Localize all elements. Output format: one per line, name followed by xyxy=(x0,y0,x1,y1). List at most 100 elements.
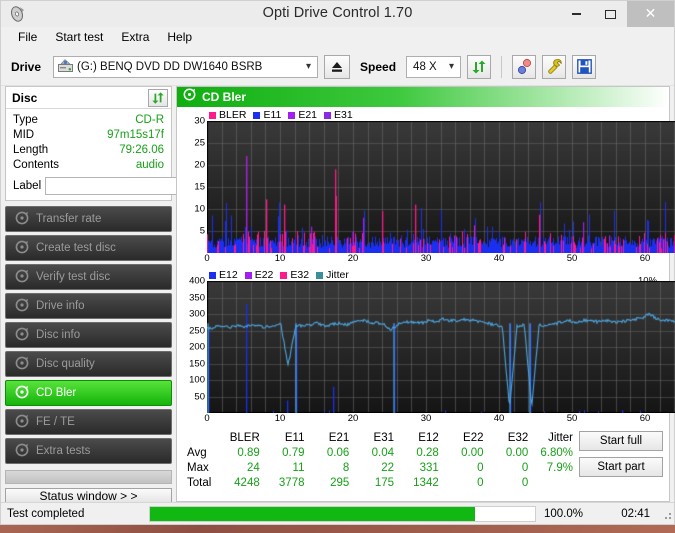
menu-item-help[interactable]: Help xyxy=(158,28,201,46)
disc-test-icon xyxy=(15,414,29,431)
chart2-plot-area: 50100150200250300350400 2%4%6%8%10% xyxy=(181,276,675,413)
disc-row-mid: MID 97m15s17f xyxy=(13,128,164,143)
sidebar-item-extra-tests[interactable]: Extra tests xyxy=(5,438,172,464)
title-bar: Opti Drive Control 1.70 ✕ xyxy=(1,1,674,27)
chart1-x-axis: 01020304050607080min xyxy=(204,253,650,266)
disc-mid-value: 97m15s17f xyxy=(107,129,164,141)
row-label-max: Max xyxy=(187,461,209,474)
sidebar-item-drive-info[interactable]: Drive info xyxy=(5,293,172,319)
total-e32: 0 xyxy=(521,476,529,489)
chart1-legend: BLER E11 E21 E31 xyxy=(181,109,665,121)
drive-value: (G:) BENQ DVD DD DW1640 BSRB xyxy=(77,60,263,73)
y-tick: 250 xyxy=(189,325,205,336)
sidebar-item-label: Drive info xyxy=(36,300,85,312)
disc-length-value: 79:26.06 xyxy=(119,144,164,156)
y-tick: 50 xyxy=(194,391,205,402)
minimize-button[interactable] xyxy=(559,1,593,27)
disc-label-label: Label xyxy=(13,179,42,192)
avg-e22: 0.00 xyxy=(461,446,484,459)
maximize-button[interactable] xyxy=(593,1,627,27)
sidebar-item-label: Extra tests xyxy=(36,445,91,457)
sidebar-item-verify-test-disc[interactable]: Verify test disc xyxy=(5,264,172,290)
drive-select[interactable]: (G:) BENQ DVD DD DW1640 BSRB ▾ xyxy=(53,55,319,78)
disc-row-type: Type CD-R xyxy=(13,113,164,128)
refresh-button[interactable] xyxy=(467,54,492,79)
menu-item-file[interactable]: File xyxy=(9,28,46,46)
max-jitter: 7.9% xyxy=(546,461,573,474)
erase-pill-icon xyxy=(517,58,531,75)
legend-item-e22: E22 xyxy=(244,269,274,281)
x-tick: 10 xyxy=(274,413,286,424)
y-tick: 350 xyxy=(189,292,205,303)
speed-select[interactable]: 48 X ▾ xyxy=(406,55,462,78)
main-body: Disc Type CD-R MID 97m15s17f Length 79:2… xyxy=(1,86,675,504)
tools-button[interactable] xyxy=(542,54,567,79)
eject-button[interactable] xyxy=(324,54,351,79)
y-tick: 200 xyxy=(189,341,205,353)
legend-item-e12: E12 xyxy=(209,269,238,281)
start-full-button[interactable]: Start full xyxy=(579,431,663,451)
speed-label: Speed xyxy=(360,59,397,74)
application-window: Opti Drive Control 1.70 ✕ File Start tes… xyxy=(0,0,675,525)
disc-panel-title: Disc xyxy=(12,90,38,105)
tools-icon xyxy=(547,59,562,74)
menu-item-start-test[interactable]: Start test xyxy=(46,28,112,46)
table-row-max: Max 24 11 8 22 331 0 0 7.9% xyxy=(183,460,579,475)
chart-cd-bler-e12-jitter: E12 E22 E32 Jitter 50 100 150 200 250 300 350 400 … xyxy=(181,269,675,426)
sidebar-item-create-test-disc[interactable]: Create test disc xyxy=(5,235,172,261)
start-part-button[interactable]: Start part xyxy=(579,457,663,477)
sidebar-item-cd-bler[interactable]: CD Bler xyxy=(5,380,172,406)
disc-contents-value: audio xyxy=(135,159,164,171)
legend-swatch xyxy=(209,111,216,119)
navigation-list: Transfer rate Create test disc Verify te… xyxy=(5,206,172,484)
progress-percent: 100.0% xyxy=(544,507,584,520)
legend-item-jitter: Jitter xyxy=(316,269,349,281)
legend-swatch xyxy=(288,111,296,119)
legend-label: E32 xyxy=(290,269,310,281)
max-e11: 11 xyxy=(292,461,305,474)
disc-test-icon xyxy=(15,356,29,373)
toolbar: Drive (G:) BENQ DVD DD DW1640 BSRB ▾ Spe… xyxy=(1,48,674,86)
eject-icon xyxy=(332,61,343,72)
chart2-y-axis: 50 100 150 200 250 300 350 400 xyxy=(181,276,207,413)
y-tick: 300 xyxy=(189,308,205,320)
sidebar-item-disc-quality[interactable]: Disc quality xyxy=(5,351,172,377)
sidebar-item-transfer-rate[interactable]: Transfer rate xyxy=(5,206,172,232)
main-panel: CD Bler BLERE11E21E31 51015202530 8 X16 … xyxy=(176,86,675,502)
legend-label: E22 xyxy=(254,269,274,281)
legend-swatch xyxy=(280,271,288,279)
disc-test-icon xyxy=(15,385,29,402)
chart1-canvas xyxy=(207,121,675,253)
save-button[interactable] xyxy=(572,54,597,79)
table-row-total: Total 4248 3778 295 175 1342 0 0 xyxy=(183,475,579,490)
refresh-icon xyxy=(152,91,164,104)
menu-item-extra[interactable]: Extra xyxy=(112,28,158,46)
disc-test-icon xyxy=(183,88,196,106)
chevron-down-icon: ▾ xyxy=(306,61,312,72)
resize-grip[interactable] xyxy=(660,508,672,520)
disc-panel-header: Disc xyxy=(6,87,171,109)
erase-button[interactable] xyxy=(512,54,537,79)
total-bler: 4248 xyxy=(234,476,260,489)
elapsed-time: 02:41 xyxy=(621,507,650,520)
avg-e11: 0.79 xyxy=(282,446,305,459)
progress-bar-fill xyxy=(150,506,476,521)
sidebar-item-label: Disc quality xyxy=(36,358,95,370)
x-tick: 30 xyxy=(420,253,432,264)
drive-label: Drive xyxy=(11,59,42,74)
sidebar-item-fe-te[interactable]: FE / TE xyxy=(5,409,172,435)
disc-row-length: Length 79:26.06 xyxy=(13,143,164,158)
close-button[interactable]: ✕ xyxy=(627,1,674,27)
disc-type-label: Type xyxy=(13,114,38,126)
total-e22: 0 xyxy=(477,476,484,489)
legend-label: Jitter xyxy=(326,269,349,281)
column-header-e31: E31 xyxy=(373,431,394,444)
disc-refresh-button[interactable] xyxy=(148,88,168,107)
disc-length-label: Length xyxy=(13,144,49,156)
progress-bar xyxy=(149,505,536,522)
disc-label-input[interactable] xyxy=(45,176,196,195)
chart-cd-bler-errors: BLERE11E21E31 51015202530 8 X16 X24 X32 … xyxy=(181,109,675,266)
legend-swatch xyxy=(209,271,216,279)
sidebar-item-disc-info[interactable]: Disc info xyxy=(5,322,172,348)
max-e12: 331 xyxy=(419,461,439,474)
